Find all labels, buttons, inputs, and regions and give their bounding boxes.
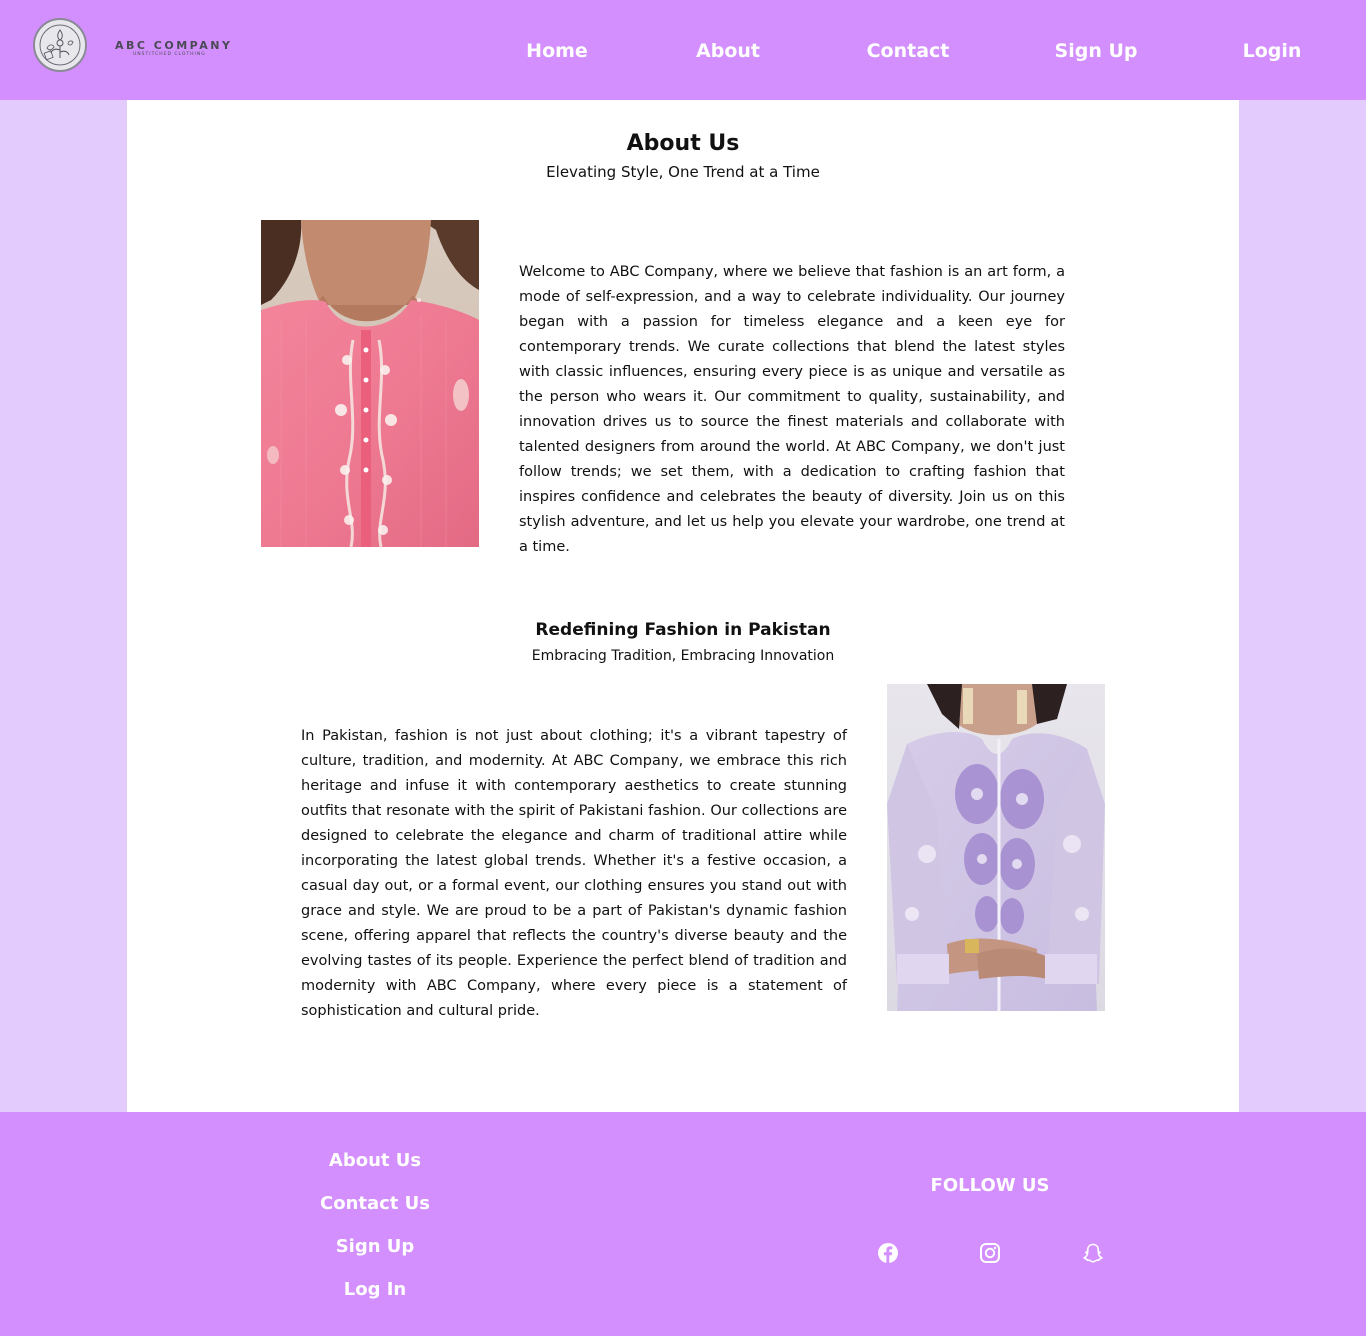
nav-login-link[interactable]: Login bbox=[1243, 38, 1302, 64]
company-tagline: UNSTITCHED CLOTHING bbox=[133, 52, 206, 57]
footer-signup-link[interactable]: Sign Up bbox=[336, 1234, 415, 1260]
nav-signup-link[interactable]: Sign Up bbox=[1055, 38, 1138, 64]
page-title: About Us bbox=[626, 131, 740, 156]
nav-contact-link[interactable]: Contact bbox=[867, 38, 950, 64]
footer-contact-link[interactable]: Contact Us bbox=[320, 1191, 430, 1217]
facebook-icon[interactable] bbox=[877, 1242, 899, 1264]
about-paragraph: Welcome to ABC Company, where we believe… bbox=[519, 264, 1065, 555]
company-logo-text[interactable]: ABC COMPANY UNSTITCHED CLOTHING bbox=[115, 40, 245, 58]
section-subtitle: Embracing Tradition, Embracing Innovatio… bbox=[531, 648, 835, 664]
nav-home-link[interactable]: Home bbox=[526, 38, 588, 64]
footer-about-link[interactable]: About Us bbox=[329, 1148, 421, 1174]
instagram-icon[interactable] bbox=[979, 1242, 1001, 1264]
section-title: Redefining Fashion in Pakistan bbox=[535, 620, 831, 640]
follow-us-heading: FOLLOW US bbox=[930, 1175, 1050, 1196]
site-footer: About Us Contact Us Sign Up Log In FOLLO… bbox=[0, 1112, 1366, 1336]
site-header: ABC COMPANY UNSTITCHED CLOTHING Home Abo… bbox=[0, 0, 1366, 100]
lilac-dress-photo bbox=[887, 684, 1105, 1011]
pakistan-paragraph: In Pakistan, fashion is not just about c… bbox=[301, 728, 847, 1019]
company-logo-icon[interactable] bbox=[33, 18, 87, 72]
company-name: ABC COMPANY bbox=[115, 39, 233, 52]
footer-login-link[interactable]: Log In bbox=[344, 1277, 407, 1303]
snapchat-icon[interactable] bbox=[1082, 1242, 1104, 1264]
pink-dress-photo bbox=[261, 220, 479, 547]
nav-about-link[interactable]: About bbox=[696, 38, 760, 64]
page-subtitle: Elevating Style, One Trend at a Time bbox=[546, 163, 820, 181]
main-content-panel: About Us Elevating Style, One Trend at a… bbox=[127, 100, 1239, 1112]
